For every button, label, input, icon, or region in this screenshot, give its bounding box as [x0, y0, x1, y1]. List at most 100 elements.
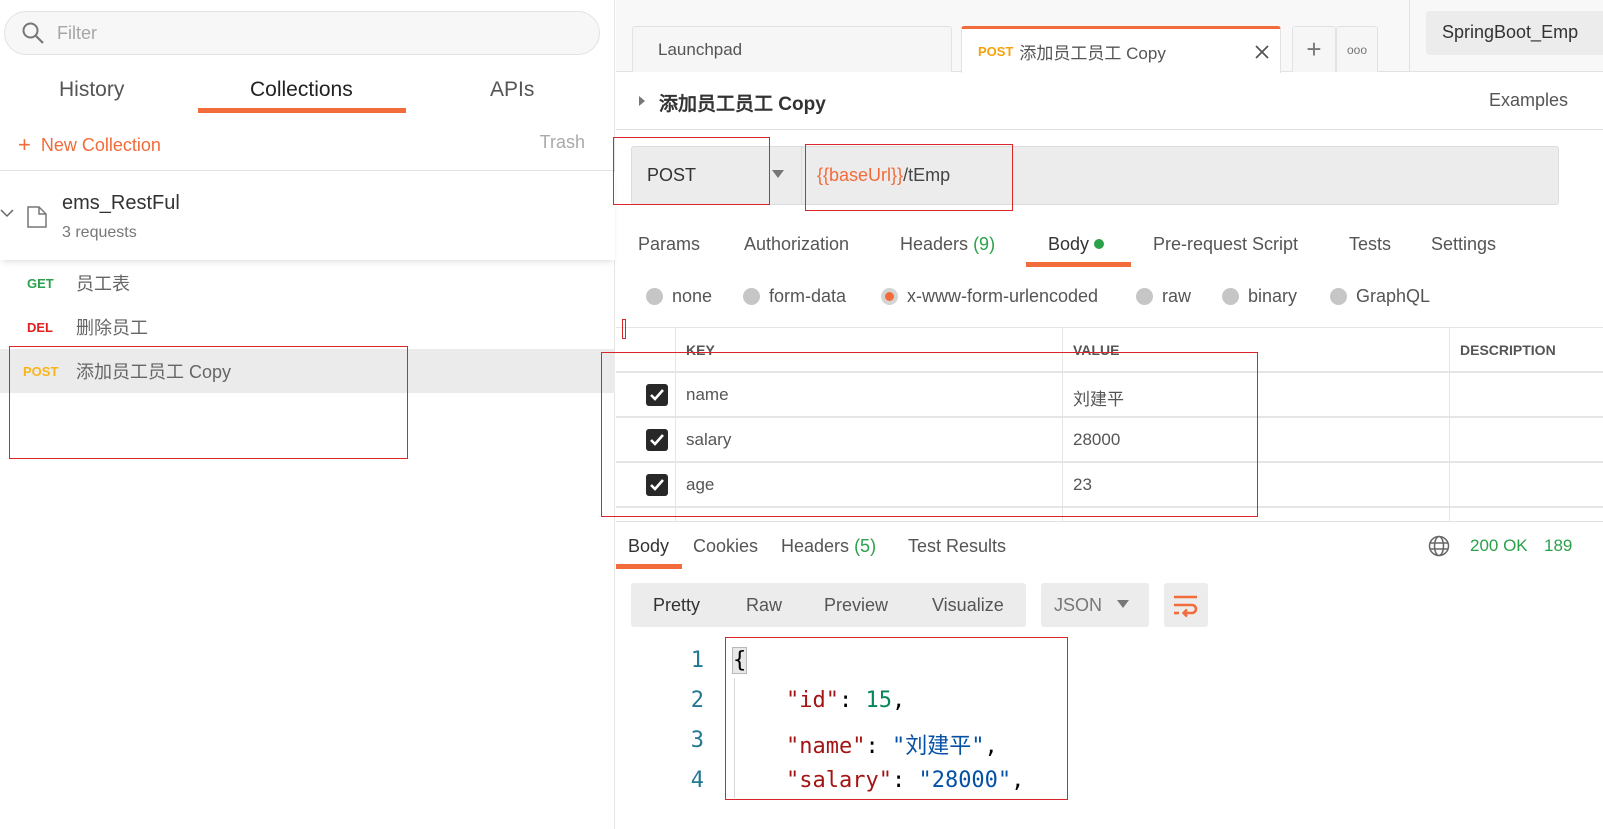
row-key[interactable] — [675, 508, 1063, 521]
line-content: { — [731, 647, 748, 674]
response-time[interactable]: 189 — [1544, 536, 1572, 556]
tab-settings[interactable]: Settings — [1431, 234, 1496, 255]
wrap-lines-button[interactable] — [1164, 583, 1208, 627]
request-item[interactable]: GET 员工表 — [0, 261, 615, 305]
format-preview[interactable]: Preview — [824, 595, 888, 616]
row-value[interactable] — [1062, 508, 1449, 521]
radio-x-www-form-urlencoded[interactable]: x-www-form-urlencoded — [881, 286, 1098, 307]
row-checkbox[interactable] — [646, 384, 668, 406]
code-line: 2 "id": 15, — [616, 680, 1603, 720]
url-bar: POST {{baseUrl}}/tEmp — [631, 146, 1559, 205]
response-tab-cookies[interactable]: Cookies — [693, 536, 758, 557]
more-icon: ooo — [1346, 42, 1368, 57]
table-row-partial — [616, 507, 1603, 521]
sidebar: History Collections APIs + New Collectio… — [0, 0, 615, 829]
json-comma: , — [891, 688, 906, 713]
tab-authorization[interactable]: Authorization — [744, 234, 849, 255]
method-selector[interactable]: POST — [632, 147, 802, 204]
response-tab-headers[interactable]: Headers (5) — [781, 536, 876, 557]
row-checkbox[interactable] — [646, 474, 668, 496]
format-visualize[interactable]: Visualize — [932, 595, 1004, 616]
line-number: 1 — [690, 648, 704, 673]
filter-input[interactable] — [57, 22, 557, 44]
collection-item[interactable]: ems_RestFul 3 requests — [0, 172, 615, 260]
new-collection-button[interactable]: + New Collection — [18, 132, 161, 158]
more-tabs-button[interactable]: ooo — [1336, 26, 1378, 72]
radio-label: GraphQL — [1356, 286, 1431, 306]
language-selector[interactable]: JSON — [1041, 583, 1149, 627]
json-key: "id" — [785, 688, 839, 713]
close-icon[interactable] — [1254, 44, 1270, 60]
request-tabs: Params Authorization Headers (9) Body Pr… — [616, 226, 1603, 270]
tab-collections[interactable]: Collections — [250, 78, 353, 102]
line-content: "salary": "28000", — [733, 768, 1024, 793]
dropdown-arrow-icon — [1117, 600, 1129, 608]
format-toggle-group: Pretty Raw Preview Visualize — [631, 583, 1026, 627]
environment-selector[interactable]: SpringBoot_Emp — [1426, 11, 1603, 55]
status-badge[interactable]: 200 OK — [1470, 536, 1528, 556]
row-key[interactable]: name — [675, 373, 1063, 416]
row-description[interactable] — [1449, 373, 1603, 416]
radio-form-data[interactable]: form-data — [743, 286, 846, 307]
method-value: POST — [647, 165, 697, 185]
radio-none[interactable]: none — [646, 286, 712, 307]
response-tab-body[interactable]: Body — [628, 536, 669, 557]
tab-history[interactable]: History — [59, 78, 124, 102]
row-checkbox[interactable] — [646, 429, 668, 451]
request-name: 删除员工 — [76, 318, 148, 338]
tab-label: Headers — [900, 234, 969, 254]
header-description: DESCRIPTION — [1449, 328, 1603, 371]
format-raw[interactable]: Raw — [746, 595, 782, 616]
format-pretty[interactable]: Pretty — [653, 595, 700, 616]
row-description[interactable] — [1449, 418, 1603, 461]
tab-pre-request-script[interactable]: Pre-request Script — [1153, 234, 1298, 255]
row-value[interactable]: 28000 — [1062, 418, 1449, 461]
tab-body[interactable]: Body — [1048, 234, 1105, 255]
response-tab-test-results[interactable]: Test Results — [908, 536, 1006, 557]
line-number: 3 — [690, 728, 704, 753]
request-item[interactable]: DEL 删除员工 — [0, 305, 615, 349]
request-title: 添加员工员工 Copy — [659, 94, 826, 115]
url-input[interactable]: {{baseUrl}}/tEmp — [817, 165, 950, 186]
sidebar-tabs: History Collections APIs — [0, 70, 615, 116]
tab-headers[interactable]: Headers (9) — [900, 234, 995, 255]
new-tab-button[interactable]: + — [1292, 26, 1336, 72]
radio-raw[interactable]: raw — [1136, 286, 1191, 307]
check-icon — [650, 479, 664, 491]
filter-box[interactable] — [4, 11, 600, 55]
tab-params[interactable]: Params — [638, 234, 700, 255]
line-content: "id": 15, — [733, 688, 905, 713]
row-value[interactable]: 23 — [1062, 463, 1449, 506]
collection-folder-icon — [27, 206, 47, 228]
request-title-row: 添加员工员工 Copy Examples — [616, 73, 1603, 130]
tab-launchpad[interactable]: Launchpad — [632, 26, 952, 72]
radio-graphql[interactable]: GraphQL — [1330, 286, 1430, 307]
caret-right-icon[interactable] — [638, 95, 646, 107]
header-value: VALUE — [1062, 328, 1449, 371]
radio-binary[interactable]: binary — [1222, 286, 1297, 307]
chevron-down-icon[interactable] — [0, 208, 14, 218]
request-name: 添加员工员工 Copy — [76, 362, 232, 382]
row-value[interactable]: 刘建平 — [1062, 373, 1449, 416]
examples-button[interactable]: Examples — [1489, 90, 1568, 111]
table-row: salary 28000 — [616, 417, 1603, 462]
row-key[interactable]: salary — [675, 418, 1063, 461]
trash-button[interactable]: Trash — [540, 132, 585, 153]
line-content: "name": "刘建平", — [733, 728, 998, 760]
response-code-viewer[interactable]: 1 { 2 "id": 15, 3 "name": "刘建平", 4 "sala… — [616, 640, 1603, 829]
table-row: name 刘建平 — [616, 372, 1603, 417]
table-row: age 23 — [616, 462, 1603, 507]
radio-label: raw — [1162, 286, 1192, 306]
tab-label: Headers — [781, 536, 850, 556]
tab-apis[interactable]: APIs — [490, 78, 534, 102]
row-description[interactable] — [1449, 463, 1603, 506]
radio-icon — [1136, 288, 1153, 305]
json-sep: : — [838, 688, 866, 713]
request-item-active[interactable]: POST 添加员工员工 Copy — [0, 349, 615, 393]
tab-tests[interactable]: Tests — [1349, 234, 1391, 255]
row-key[interactable]: age — [675, 463, 1063, 506]
collection-name: ems_RestFul — [62, 192, 180, 214]
globe-icon[interactable] — [1428, 535, 1450, 557]
tab-active-request[interactable]: POST 添加员工员工 Copy — [961, 26, 1281, 73]
row-description[interactable] — [1449, 508, 1603, 521]
